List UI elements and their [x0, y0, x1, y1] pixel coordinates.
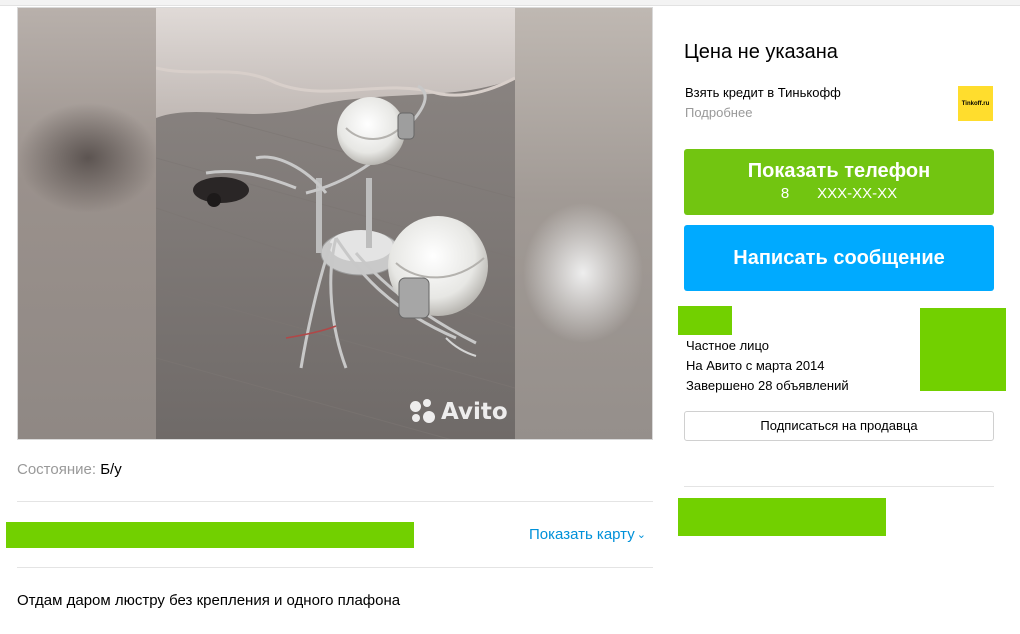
show-phone-label: Показать телефон	[747, 160, 931, 182]
show-map-label: Показать карту	[529, 526, 635, 543]
redacted-address	[6, 522, 414, 548]
avito-logo-icon	[410, 399, 436, 425]
redacted-seller-name	[678, 306, 732, 335]
seller-completed-ads: Завершено 28 объявлений	[686, 378, 849, 393]
seller-type: Частное лицо	[686, 338, 769, 353]
price-label: Цена не указана	[684, 41, 838, 63]
photo-gallery[interactable]: Avito	[17, 7, 653, 440]
show-phone-button[interactable]: Показать телефон 8 XXX-XX-XX	[684, 149, 994, 215]
condition-label: Состояние:	[17, 461, 97, 478]
redacted-block	[678, 498, 886, 536]
gallery-blur-right	[513, 8, 652, 439]
credit-more-link[interactable]: Подробнее	[685, 105, 752, 120]
tinkoff-logo-text: Tinkoff.ru	[961, 100, 990, 107]
phone-masked-digits: XXX-XX-XX	[817, 185, 898, 202]
avito-watermark-text: Avito	[441, 399, 508, 425]
phone-prefix: 8	[780, 185, 790, 202]
divider	[17, 567, 653, 568]
divider	[684, 486, 994, 487]
condition-value: Б/у	[100, 461, 122, 478]
chevron-down-icon: ⌄	[636, 529, 646, 541]
show-map-link[interactable]: Показать карту ⌄	[529, 526, 646, 543]
listing-description: Отдам даром люстру без крепления и одног…	[17, 592, 401, 609]
gallery-blur-left	[18, 8, 156, 439]
divider	[17, 501, 653, 502]
subscribe-seller-button[interactable]: Подписаться на продавца	[684, 411, 994, 441]
seller-since: На Авито с марта 2014	[686, 358, 825, 373]
top-border	[0, 0, 1020, 6]
avito-watermark: Avito	[410, 399, 508, 425]
condition-row: Состояние: Б/у	[17, 461, 122, 478]
credit-offer-title: Взять кредит в Тинькофф	[685, 85, 841, 100]
phone-number-masked: 8 XXX-XX-XX	[684, 185, 994, 202]
redacted-seller-avatar	[920, 308, 1006, 391]
chandelier-photo-illustration	[156, 8, 515, 439]
tinkoff-logo[interactable]: Tinkoff.ru	[958, 86, 993, 121]
listing-photo[interactable]	[156, 8, 515, 439]
write-message-button[interactable]: Написать сообщение	[684, 225, 994, 291]
